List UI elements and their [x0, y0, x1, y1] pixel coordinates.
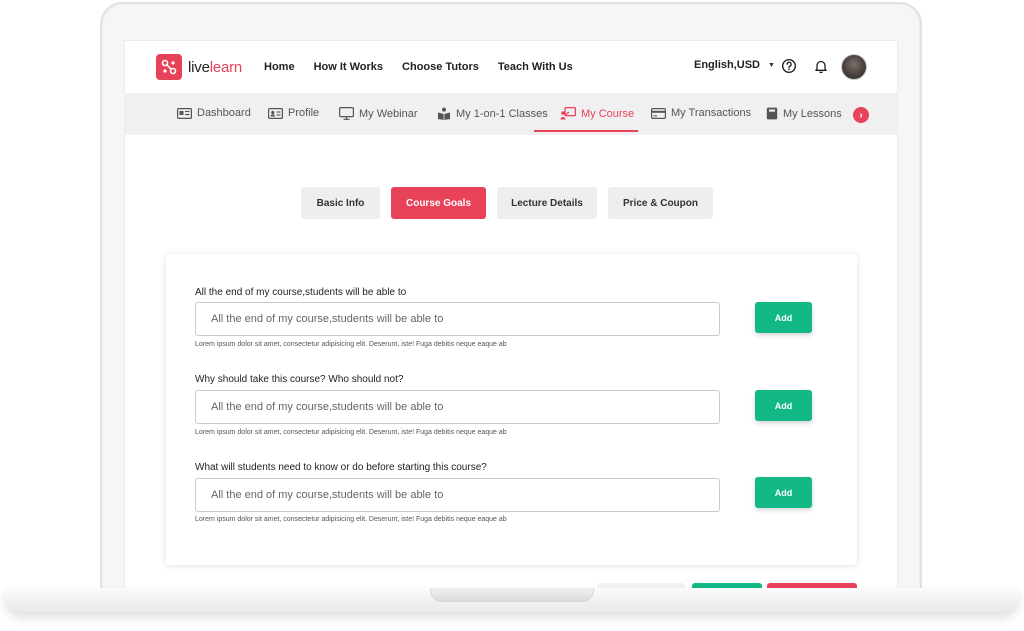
brand-logo[interactable]: livelearn — [156, 54, 242, 80]
goal-question-label-1: All the end of my course,students will b… — [195, 287, 407, 298]
step-basic-info[interactable]: Basic Info — [301, 187, 380, 219]
goal-help-text-1: Lorem ipsum dolor sit amet, consectetur … — [195, 341, 507, 348]
tab-my-lessons-label: My Lessons — [783, 107, 842, 120]
user-avatar[interactable] — [841, 54, 867, 80]
nav-choose-tutors[interactable]: Choose Tutors — [402, 61, 479, 73]
goal-input-1[interactable] — [195, 302, 720, 336]
step-lecture-details[interactable]: Lecture Details — [497, 187, 597, 219]
notebook-icon — [766, 107, 778, 120]
dashboard-tab-bar: Dashboard Profile My Webinar My 1-on-1 C… — [125, 93, 897, 135]
monitor-icon — [339, 107, 354, 120]
goal-input-3[interactable] — [195, 478, 720, 512]
language-currency-value: English,USD — [694, 59, 761, 71]
add-goal-button-2[interactable]: Add — [755, 390, 812, 421]
tab-my-1on1-classes-label: My 1-on-1 Classes — [456, 107, 548, 120]
chevron-right-icon[interactable]: › — [853, 107, 869, 123]
tab-my-webinar-label: My Webinar — [359, 107, 418, 120]
presentation-icon — [560, 107, 576, 120]
nav-how-it-works[interactable]: How It Works — [314, 61, 383, 73]
app-screen: livelearn Home How It Works Choose Tutor… — [124, 40, 898, 592]
book-user-icon — [438, 107, 450, 120]
tab-dashboard[interactable]: Dashboard — [177, 107, 251, 119]
goal-help-text-2: Lorem ipsum dolor sit amet, consectetur … — [195, 429, 507, 436]
active-tab-underline — [534, 130, 638, 132]
tab-my-course[interactable]: My Course — [560, 107, 634, 120]
bell-icon[interactable] — [813, 58, 829, 74]
goal-input-2[interactable] — [195, 390, 720, 424]
brand-name: livelearn — [188, 59, 242, 76]
tab-my-course-label: My Course — [581, 107, 635, 120]
tab-profile-label: Profile — [288, 107, 320, 119]
tab-dashboard-label: Dashboard — [197, 107, 251, 119]
tab-my-transactions-label: My Transactions — [671, 107, 752, 119]
nav-home[interactable]: Home — [264, 61, 295, 73]
logo-mark-icon — [156, 54, 182, 80]
goal-question-label-3: What will students need to know or do be… — [195, 462, 487, 473]
brand-name-part2: learn — [209, 58, 243, 76]
laptop-notch — [430, 588, 594, 602]
step-course-goals[interactable]: Course Goals — [391, 187, 486, 219]
tab-profile[interactable]: Profile — [268, 107, 319, 119]
step-price-coupon[interactable]: Price & Coupon — [608, 187, 713, 219]
goal-question-label-2: Why should take this course? Who should … — [195, 374, 404, 385]
help-icon[interactable] — [781, 58, 797, 74]
main-nav: Home How It Works Choose Tutors Teach Wi… — [264, 61, 573, 73]
tab-my-webinar[interactable]: My Webinar — [339, 107, 417, 120]
credit-card-icon — [651, 107, 666, 119]
course-goals-form: All the end of my course,students will b… — [166, 254, 857, 565]
nav-teach-with-us[interactable]: Teach With Us — [498, 61, 573, 73]
dashboard-icon — [177, 107, 192, 119]
caret-down-icon: ▼ — [768, 61, 775, 69]
tab-my-1on1-classes[interactable]: My 1-on-1 Classes — [437, 107, 548, 120]
goal-help-text-3: Lorem ipsum dolor sit amet, consectetur … — [195, 516, 507, 523]
tab-my-lessons[interactable]: My Lessons — [766, 107, 842, 120]
top-header: livelearn Home How It Works Choose Tutor… — [125, 41, 897, 93]
profile-card-icon — [268, 107, 283, 119]
add-goal-button-3[interactable]: Add — [755, 477, 812, 508]
language-currency-select[interactable]: English,USD ▼ — [694, 59, 775, 71]
add-goal-button-1[interactable]: Add — [755, 302, 812, 333]
brand-name-part1: live — [188, 58, 210, 76]
tab-my-transactions[interactable]: My Transactions — [651, 107, 751, 119]
